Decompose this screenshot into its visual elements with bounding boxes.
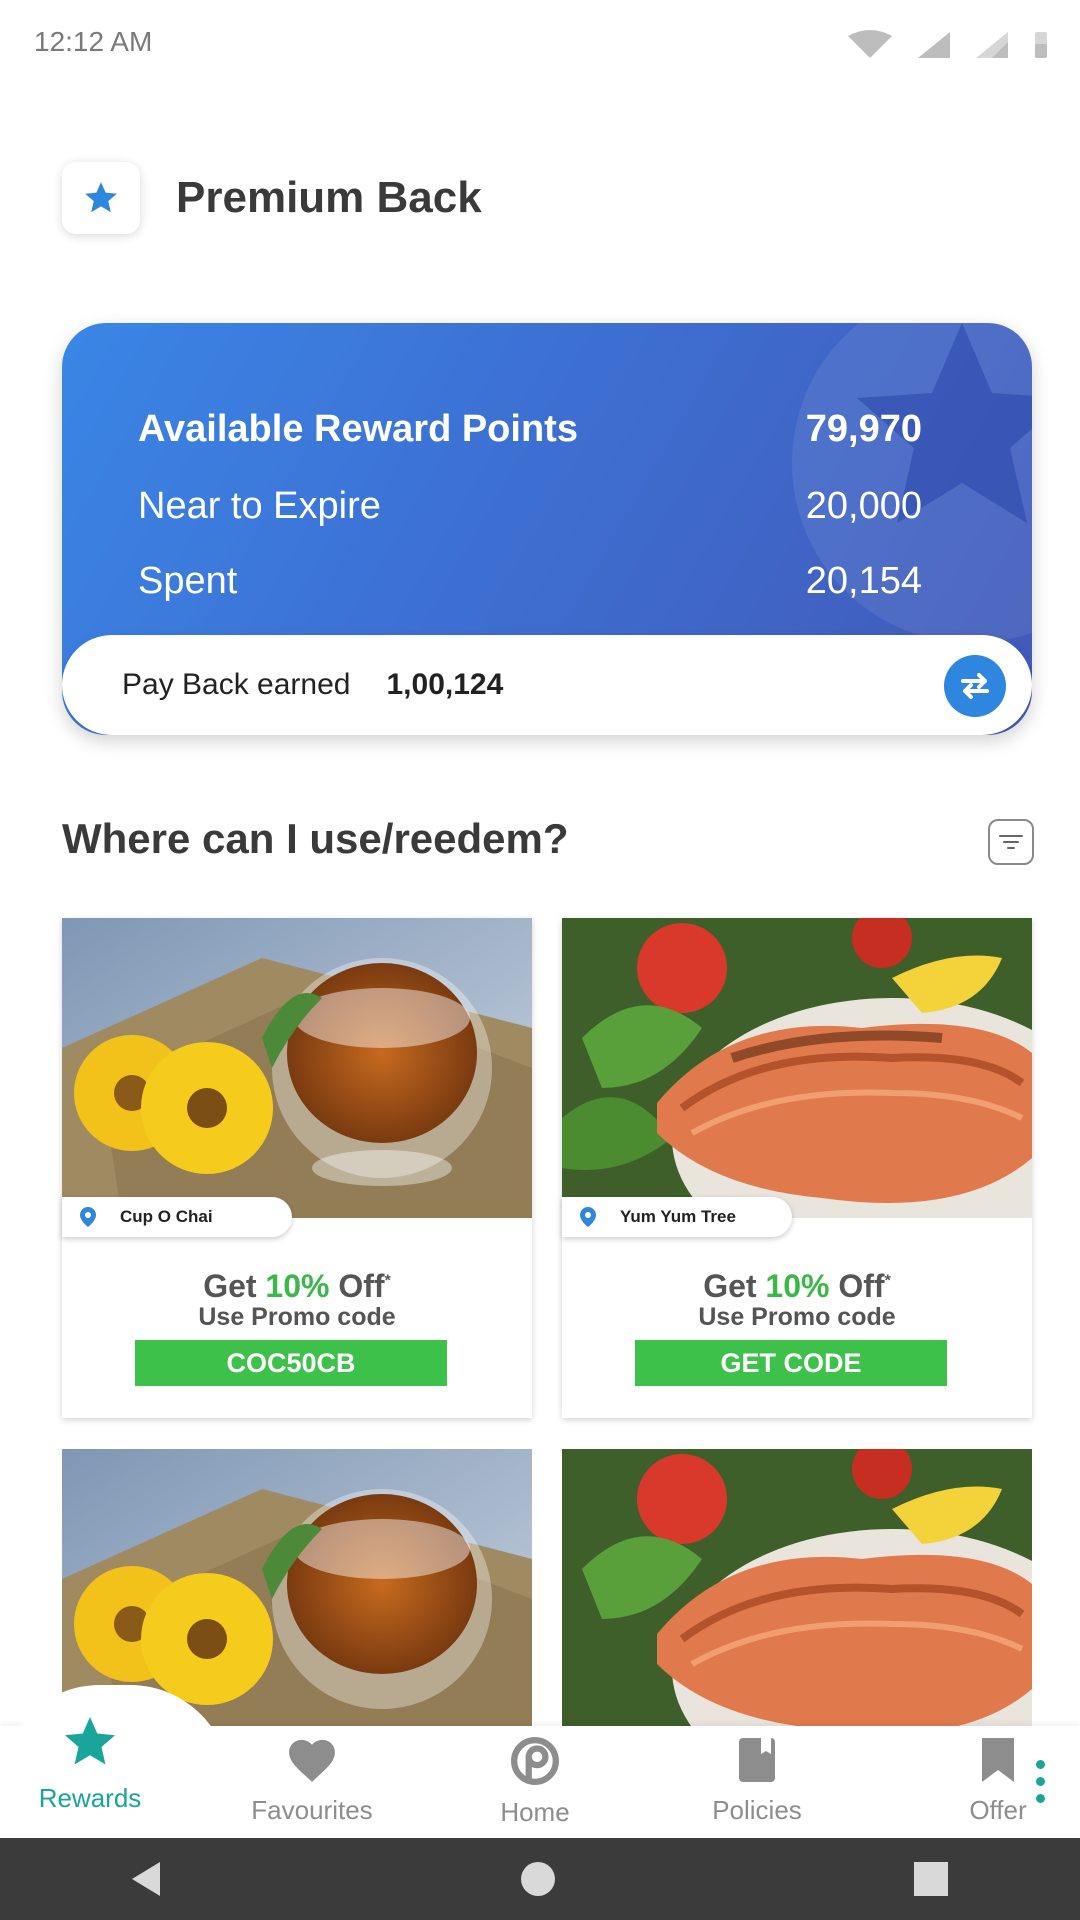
spent-value: 20,154 (805, 560, 922, 602)
home-icon (511, 1737, 559, 1785)
policy-book-icon (739, 1738, 775, 1782)
offer-off-text: Off (338, 1268, 385, 1304)
payback-value: 1,00,124 (386, 668, 504, 701)
payback-bar: Pay Back earned 1,00,124 (62, 635, 1032, 735)
near-expire-label: Near to Expire (138, 485, 381, 527)
nav-item-rewards[interactable]: Rewards (20, 1712, 160, 1814)
available-points-value: 79,970 (805, 408, 922, 450)
wifi-icon (848, 30, 892, 58)
reward-points-card: Available Reward Points 79,970 Near to E… (62, 323, 1032, 735)
offer-get-text: Get (203, 1268, 257, 1304)
location-pin-icon (580, 1207, 596, 1227)
location-name: Yum Yum Tree (620, 1207, 736, 1226)
status-icons (846, 30, 1050, 60)
status-bar: 12:12 AM (0, 0, 1080, 90)
nav-item-home[interactable]: Home (480, 1736, 590, 1828)
offer-headline: Get 10% Off* (562, 1268, 1032, 1305)
near-expire-value: 20,000 (805, 485, 922, 527)
salmon-salad-image (562, 918, 1032, 1218)
filter-icon (999, 835, 1023, 849)
offer-asterisk: * (384, 1272, 391, 1290)
swap-button[interactable] (944, 655, 1006, 717)
filter-button[interactable] (988, 819, 1034, 865)
star-icon (85, 182, 117, 213)
nav-label: Home (500, 1797, 570, 1827)
battery-icon (1035, 32, 1047, 58)
status-time: 12:12 AM (34, 26, 153, 57)
available-points-row: Available Reward Points 79,970 (138, 408, 922, 451)
offer-card-cup-o-chai[interactable]: Cup O Chai Get 10% Off* Use Promo code C… (62, 918, 532, 1418)
offer-percent: 10% (765, 1268, 830, 1304)
app-logo (62, 162, 140, 234)
location-pin-icon (80, 1207, 96, 1227)
system-nav-bar (0, 1838, 1080, 1920)
nav-item-policies[interactable]: Policies (700, 1736, 814, 1826)
bookmark-icon (982, 1738, 1014, 1782)
offer-percent: 10% (265, 1268, 330, 1304)
payback-label: Pay Back earned (122, 668, 351, 701)
nav-item-favourites[interactable]: Favourites (240, 1736, 384, 1826)
signal-icon (918, 32, 950, 58)
promo-code-button[interactable]: COC50CB (135, 1340, 447, 1386)
nav-label: Rewards (38, 1783, 142, 1813)
offer-off-text: Off (838, 1268, 885, 1304)
tea-flowers-image (62, 918, 532, 1218)
promo-label: Use Promo code (198, 1303, 396, 1331)
offer-get-text: Get (703, 1268, 757, 1304)
heart-icon (289, 1739, 335, 1782)
location-name: Cup O Chai (120, 1207, 213, 1226)
star-icon (65, 1717, 115, 1765)
salmon-salad-image (562, 1449, 1032, 1729)
app-header: Premium Back (62, 162, 482, 234)
spent-row: Spent 20,154 (138, 560, 922, 603)
section-title: Where can I use/reedem? (62, 815, 569, 862)
back-icon[interactable] (128, 1860, 164, 1898)
home-circle-icon[interactable] (519, 1860, 557, 1898)
nav-label: Favourites (251, 1795, 373, 1825)
location-pill: Cup O Chai (62, 1197, 292, 1237)
offer-headline: Get 10% Off* (62, 1268, 532, 1305)
near-expire-row: Near to Expire 20,000 (138, 485, 922, 528)
spent-label: Spent (138, 560, 238, 602)
offer-card-4[interactable] (562, 1449, 1032, 1729)
nav-item-offer[interactable]: Offer (950, 1736, 1046, 1826)
nav-label: Offer (969, 1795, 1027, 1825)
get-code-button[interactable]: GET CODE (635, 1340, 947, 1386)
nav-label: Policies (712, 1795, 802, 1825)
offer-asterisk: * (884, 1272, 891, 1290)
recents-square-icon[interactable] (913, 1861, 949, 1897)
more-options-icon[interactable] (1036, 1760, 1045, 1803)
app-title: Premium Back (176, 173, 482, 222)
offer-card-yum-yum-tree[interactable]: Yum Yum Tree Get 10% Off* Use Promo code… (562, 918, 1032, 1418)
swap-arrows-icon (961, 673, 989, 699)
signal-icon-2 (976, 32, 1008, 58)
promo-label: Use Promo code (698, 1303, 896, 1331)
available-points-label: Available Reward Points (138, 408, 578, 450)
location-pill: Yum Yum Tree (562, 1197, 792, 1237)
